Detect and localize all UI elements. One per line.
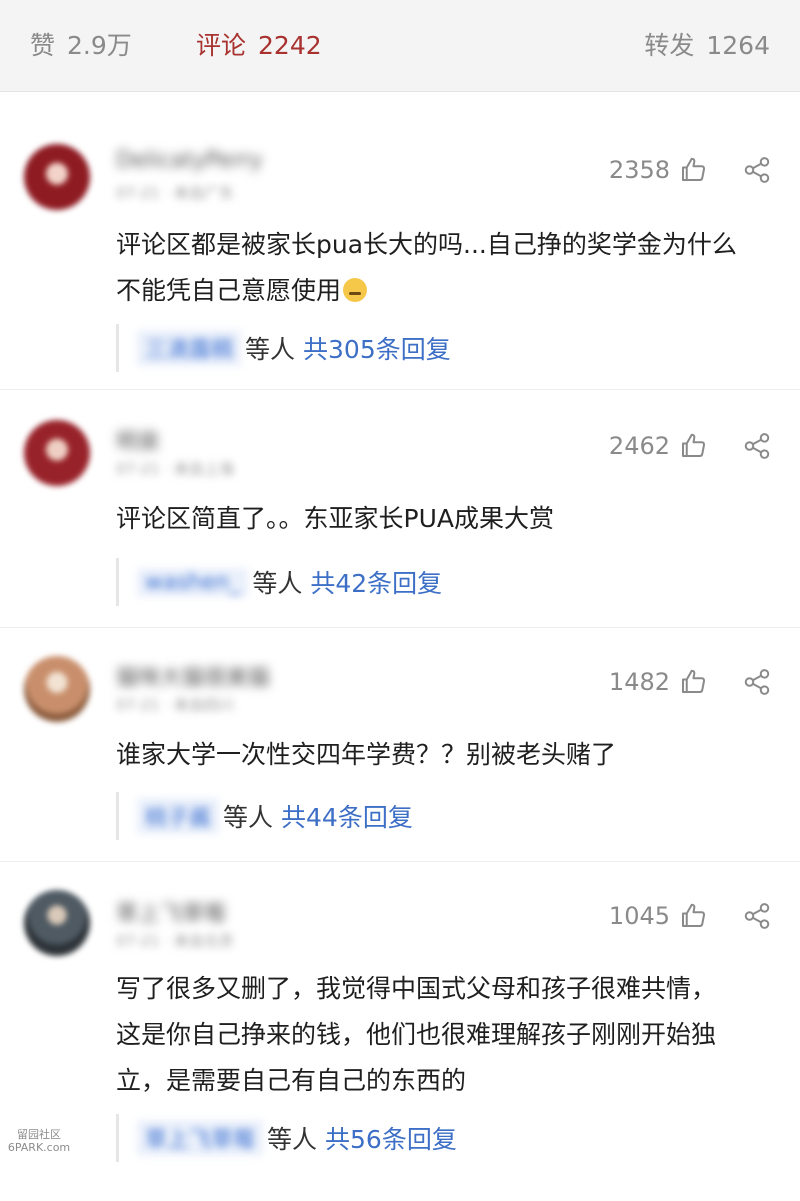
- thumbs-up-icon[interactable]: [678, 431, 708, 461]
- comment-text: 评论区简直了。。东亚家长PUA成果大赏: [116, 496, 776, 542]
- comment-item[interactable]: 明泉 07-21 · 来自上海 2462 评论区简直了。。东亚家长PUA成果大赏…: [0, 390, 800, 628]
- comment-text-line: 写了很多又删了，我觉得中国式父母和孩子很难共情，: [116, 974, 717, 1003]
- reply-count-link[interactable]: 共42条回复: [310, 564, 442, 600]
- username[interactable]: 明泉: [116, 424, 160, 455]
- comment-item[interactable]: 草上飞草莓 07-21 · 来自北京 1045 写了很多又删了，我觉得中国式父母…: [0, 862, 800, 1182]
- reply-usernames[interactable]: 草上飞草莓: [137, 1120, 264, 1156]
- tab-reposts[interactable]: 转发 1264: [644, 28, 770, 64]
- comment-text-line: 不能凭自己意愿使用: [116, 268, 776, 314]
- comment-actions: 2462: [609, 428, 772, 464]
- comment-actions: 1045: [609, 898, 772, 934]
- reply-summary[interactable]: 三滴露稠 等人 共305条回复: [116, 324, 451, 372]
- reply-summary[interactable]: 桃子酱 等人 共44条回复: [116, 792, 413, 840]
- avatar[interactable]: [24, 656, 90, 722]
- tab-comments[interactable]: 评论 2242: [196, 28, 322, 64]
- comment-meta: 07-21 · 来自北京: [116, 932, 234, 950]
- reply-summary[interactable]: washen_ 等人 共42条回复: [116, 558, 442, 606]
- comment-text: 写了很多又删了，我觉得中国式父母和孩子很难共情， 这是你自己挣来的钱，他们也很难…: [116, 966, 776, 1104]
- comment-item[interactable]: 猫咪大猫很美猫 07-21 · 来自四川 1482 谁家大学一次性交四年学费？？…: [0, 628, 800, 862]
- tab-reposts-count: 1264: [706, 31, 770, 60]
- watermark-line: 6PARK.com: [7, 1141, 71, 1154]
- tab-comments-count: 2242: [258, 31, 322, 60]
- tab-reposts-label: 转发: [644, 31, 695, 60]
- like-count: 2358: [608, 156, 670, 184]
- stats-tab-bar: 赞 2.9万 评论 2242 转发 1264: [0, 0, 800, 92]
- reply-usernames[interactable]: 三滴露稠: [137, 330, 242, 366]
- comment-text: 评论区都是被家长pua长大的吗...自己挣的奖学金为什么 不能凭自己意愿使用: [116, 222, 776, 314]
- reply-others-label: 等人: [252, 569, 303, 598]
- reply-count-link[interactable]: 共44条回复: [281, 798, 413, 834]
- username[interactable]: DelicatyPerry: [116, 148, 263, 174]
- avatar[interactable]: [24, 144, 90, 210]
- comment-text-line: 谁家大学一次性交四年学费？？别被老头赌了: [116, 740, 617, 769]
- comment-actions: 2358: [609, 152, 772, 188]
- tab-likes[interactable]: 赞 2.9万: [30, 28, 132, 64]
- reply-others-label: 等人: [245, 335, 296, 364]
- like-count: 2462: [608, 432, 670, 460]
- comment-text-line: 评论区都是被家长pua长大的吗...自己挣的奖学金为什么: [116, 230, 737, 259]
- share-icon[interactable]: [742, 901, 772, 931]
- comment-meta: 07-21 · 来自上海: [116, 460, 234, 478]
- site-watermark: 留园社区 6PARK.com: [4, 1128, 74, 1154]
- comment-actions: 1482: [609, 664, 772, 700]
- comment-item[interactable]: DelicatyPerry 07-21 · 来自广东 2358 评论区都是被家长…: [0, 118, 800, 390]
- tab-comments-label: 评论: [196, 31, 247, 60]
- share-icon[interactable]: [742, 431, 772, 461]
- avatar[interactable]: [24, 420, 90, 486]
- thumbs-up-icon[interactable]: [678, 155, 708, 185]
- reply-summary[interactable]: 草上飞草莓 等人 共56条回复: [116, 1114, 457, 1162]
- comment-text-line: 评论区简直了。。东亚家长PUA成果大赏: [116, 504, 554, 533]
- comment-text-line: 这是你自己挣来的钱，他们也很难理解孩子刚刚开始独: [116, 1020, 717, 1049]
- username[interactable]: 猫咪大猫很美猫: [116, 660, 270, 691]
- reply-usernames[interactable]: washen_: [137, 567, 249, 597]
- comment-text-line: 立，是需要自己有自己的东西的: [116, 1066, 467, 1095]
- grinning-face-emoji: [343, 278, 368, 302]
- thumbs-up-icon[interactable]: [678, 667, 708, 697]
- comment-text: 谁家大学一次性交四年学费？？别被老头赌了: [116, 732, 776, 778]
- reply-count-link[interactable]: 共305条回复: [303, 330, 451, 366]
- watermark-line: 留园社区: [17, 1128, 61, 1141]
- comment-meta: 07-21 · 来自四川: [116, 696, 234, 714]
- avatar[interactable]: [24, 890, 90, 956]
- reply-usernames[interactable]: 桃子酱: [137, 798, 220, 834]
- share-icon[interactable]: [742, 667, 772, 697]
- comment-text-fragment: 不能凭自己意愿使用: [116, 276, 342, 305]
- username[interactable]: 草上飞草莓: [116, 896, 226, 927]
- tab-likes-label: 赞: [30, 31, 56, 60]
- comment-meta: 07-21 · 来自广东: [116, 184, 234, 202]
- reply-others-label: 等人: [267, 1125, 318, 1154]
- share-icon[interactable]: [742, 155, 772, 185]
- reply-others-label: 等人: [223, 803, 274, 832]
- like-count: 1482: [608, 668, 670, 696]
- tab-likes-count: 2.9万: [67, 31, 132, 60]
- like-count: 1045: [608, 902, 670, 930]
- thumbs-up-icon[interactable]: [678, 901, 708, 931]
- reply-count-link[interactable]: 共56条回复: [325, 1120, 457, 1156]
